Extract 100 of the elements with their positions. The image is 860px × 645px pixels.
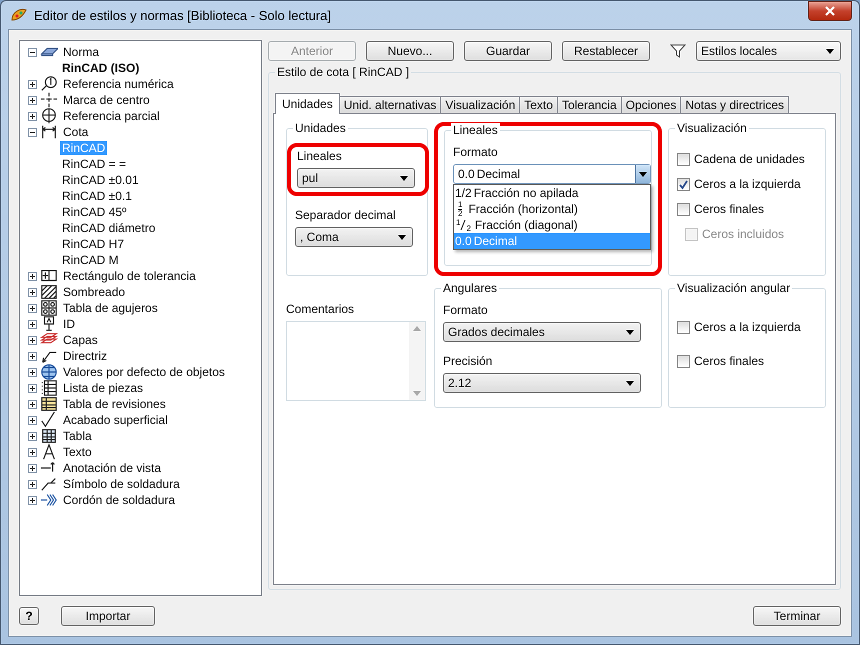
tab[interactable]: Visualización xyxy=(440,96,520,113)
tree-item[interactable]: RinCAD M xyxy=(60,253,121,267)
checkbox[interactable]: Ceros a la izquierda xyxy=(677,176,817,192)
tree-item[interactable]: ID xyxy=(61,317,77,331)
tree-item[interactable]: Cordón de soldadura xyxy=(61,493,178,507)
expand-icon[interactable] xyxy=(28,96,37,104)
letter-a-icon xyxy=(40,443,58,461)
tree-item[interactable]: RinCAD (ISO) xyxy=(60,61,142,75)
scroll-down-icon xyxy=(413,391,421,396)
import-button[interactable]: Importar xyxy=(61,606,155,626)
group-title: Unidades xyxy=(293,121,348,135)
window-title: Editor de estilos y normas [Biblioteca - Solo lectura] xyxy=(34,8,332,22)
tree-item[interactable]: Símbolo de soldadura xyxy=(61,477,182,491)
expand-icon[interactable] xyxy=(28,480,37,488)
collapse-icon[interactable] xyxy=(28,128,37,136)
comments-field[interactable] xyxy=(286,321,426,401)
field-label: Comentarios xyxy=(286,302,356,316)
finish-button[interactable]: Terminar xyxy=(753,606,841,626)
tree-item[interactable]: Tabla de revisiones xyxy=(61,397,168,411)
tree-item[interactable]: Rectángulo de tolerancia xyxy=(61,269,198,283)
filter-dropdown[interactable]: Estilos locales xyxy=(696,41,841,61)
crosshair-icon xyxy=(40,91,58,109)
toolbar-button[interactable]: Nuevo... xyxy=(366,41,454,61)
expand-icon[interactable] xyxy=(28,272,37,280)
scrollbar[interactable] xyxy=(409,322,425,400)
tree-item[interactable]: RinCAD 45º xyxy=(60,205,128,219)
expand-icon[interactable] xyxy=(28,416,37,424)
tree-item[interactable]: Norma xyxy=(61,45,102,59)
separator-dropdown[interactable]: , Coma xyxy=(295,227,413,247)
expand-icon[interactable] xyxy=(28,304,37,312)
tree-item[interactable]: Capas xyxy=(61,333,100,347)
checkbox[interactable]: Ceros finales xyxy=(677,201,817,217)
tree-item[interactable]: RinCAD ±0.01 xyxy=(60,173,141,187)
expand-icon[interactable] xyxy=(28,496,37,504)
expand-icon[interactable] xyxy=(28,432,37,440)
expand-icon[interactable] xyxy=(28,320,37,328)
list-icon xyxy=(40,379,58,397)
field-label: Precisión xyxy=(443,354,494,368)
tab[interactable]: Opciones xyxy=(620,96,682,113)
table-icon xyxy=(40,395,58,413)
tree-item[interactable]: Tabla xyxy=(61,429,94,443)
precision-dropdown[interactable]: 2.12 xyxy=(443,373,641,393)
expand-icon[interactable] xyxy=(28,400,37,408)
collapse-icon[interactable] xyxy=(28,48,37,56)
expand-icon[interactable] xyxy=(28,368,37,376)
tree-item[interactable]: RinCAD ±0.1 xyxy=(60,189,134,203)
close-icon xyxy=(824,6,836,16)
dropdown-option[interactable]: 1 2 Fracción (diagonal) xyxy=(454,217,650,233)
tree-item[interactable]: Cota xyxy=(61,125,90,139)
field-label: Separador decimal xyxy=(295,208,397,222)
tree-item[interactable]: Texto xyxy=(61,445,94,459)
scroll-up-icon xyxy=(413,326,421,331)
tree-item[interactable]: Lista de piezas xyxy=(61,381,146,395)
tree-item[interactable]: Valores por defecto de objetos xyxy=(61,365,227,379)
tree-item[interactable]: Acabado superficial xyxy=(61,413,170,427)
globe-icon xyxy=(40,363,58,381)
group-title: Visualización xyxy=(675,121,749,135)
format-dropdown[interactable]: 0.0 Decimal xyxy=(453,164,651,184)
expand-icon[interactable] xyxy=(28,336,37,344)
tab[interactable]: Texto xyxy=(519,96,558,113)
check-mark-icon xyxy=(678,178,689,190)
field-label: Formato xyxy=(443,303,489,317)
checkbox[interactable]: Cadena de unidades xyxy=(677,151,817,167)
tree-item[interactable]: Marca de centro xyxy=(61,93,152,107)
close-button[interactable] xyxy=(808,1,852,21)
tree-item[interactable]: Anotación de vista xyxy=(61,461,164,475)
checkbox[interactable]: Ceros finales xyxy=(677,353,817,369)
help-button[interactable]: ? xyxy=(19,607,39,625)
expand-icon[interactable] xyxy=(28,464,37,472)
toolbar-button[interactable]: Restablecer xyxy=(562,41,650,61)
expand-icon[interactable] xyxy=(28,288,37,296)
group-title: Estilo de cota [ RinCAD ] xyxy=(275,65,412,79)
hatch-icon xyxy=(40,283,58,301)
magnifier-icon xyxy=(40,75,58,93)
expand-icon[interactable] xyxy=(28,112,37,120)
expand-icon[interactable] xyxy=(28,352,37,360)
tree-item[interactable]: RinCAD diámetro xyxy=(60,221,158,235)
expand-icon[interactable] xyxy=(28,448,37,456)
field-label: Formato xyxy=(453,145,499,159)
group-title: Angulares xyxy=(441,281,500,295)
expand-icon[interactable] xyxy=(28,80,37,88)
units-dropdown[interactable]: pul xyxy=(297,168,415,188)
toolbar-button[interactable]: Guardar xyxy=(464,41,552,61)
tab[interactable]: Notas y directrices xyxy=(680,96,790,113)
angular-format-dropdown[interactable]: Grados decimales xyxy=(443,322,641,342)
tree-item[interactable]: Sombreado xyxy=(61,285,128,299)
tab[interactable]: Tolerancia xyxy=(556,96,622,113)
tree-item[interactable]: Referencia parcial xyxy=(61,109,162,123)
tab[interactable]: Unid. alternativas xyxy=(338,96,442,113)
tree-item[interactable]: Directriz xyxy=(61,349,109,363)
tree-item[interactable]: RinCAD = = xyxy=(60,157,128,171)
tree-item[interactable]: Tabla de agujeros xyxy=(61,301,160,315)
filter-icon[interactable] xyxy=(670,43,686,59)
tree-item[interactable]: RinCAD H7 xyxy=(60,237,126,251)
tree-item[interactable]: Referencia numérica xyxy=(61,77,176,91)
dropdown-option[interactable]: 1/2 Fracción no apilada xyxy=(454,185,650,201)
group-title: Lineales xyxy=(451,123,500,137)
checkbox[interactable]: Ceros a la izquierda xyxy=(677,319,817,335)
expand-icon[interactable] xyxy=(28,384,37,392)
tab[interactable]: Unidades xyxy=(275,93,340,114)
